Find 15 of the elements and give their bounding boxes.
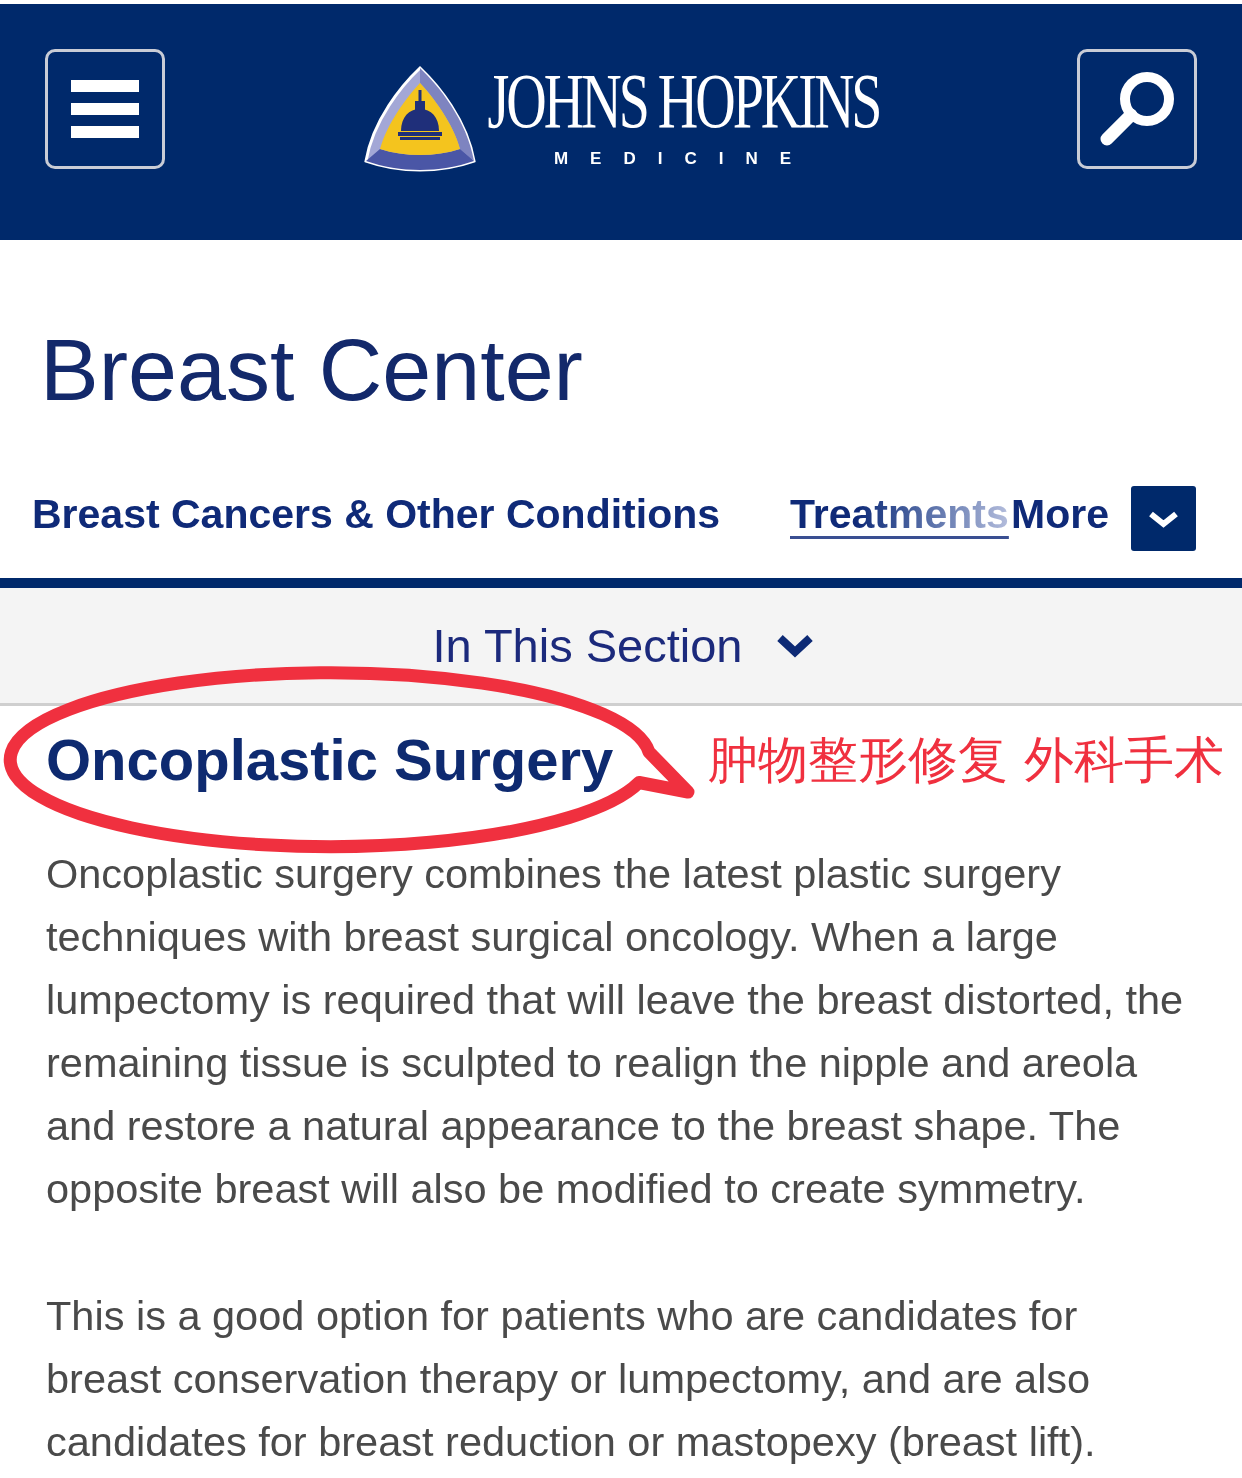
chevron-icon: [775, 633, 814, 658]
nav-tab[interactable]: Breast Cancers & Other Conditions: [32, 493, 721, 543]
search-button[interactable]: [1077, 49, 1197, 169]
body-paragraph: This is a good option for patients who are candidates for breast conservation therapy or lumpectomy, and are also candidates for breast reduction or mastopexy (breast lift).: [46, 1291, 1097, 1467]
logo-subtitle: MEDICINE: [553, 149, 814, 167]
annotation-text: 肿物整形修复 外科手术: [708, 735, 1224, 785]
page-title: Breast Center: [40, 326, 583, 414]
logo-wordmark: JOHNS HOPKINS: [487, 60, 880, 139]
section-menu-button[interactable]: In This Section: [428, 622, 814, 669]
menu-icon: [71, 80, 139, 138]
dome-shield-icon: [362, 65, 477, 173]
more-menu-button[interactable]: More: [1011, 485, 1196, 551]
body-paragraph: Oncoplastic surgery combines the latest plastic surgery techniques with breast surgical oncology. When a large lumpectomy is required that will leave the breast distorted, the remaining tissue is sculpted to realign the nipple and areola and restore a natural appearance to the breast shape. The opposite breast will also be modified to create symmetry.: [46, 849, 1185, 1214]
chevron-down-icon: [1131, 485, 1196, 551]
menu-button[interactable]: [45, 49, 165, 169]
